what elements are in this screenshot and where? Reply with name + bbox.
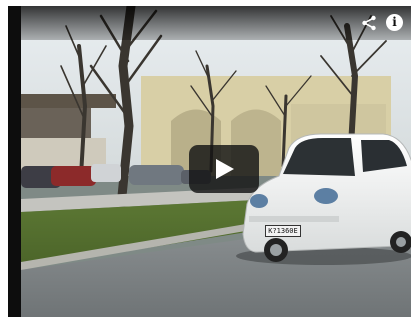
video-player[interactable]: i K?1360E (8, 6, 411, 317)
embed-frame: i K?1360E (0, 0, 415, 317)
play-button[interactable] (189, 145, 259, 193)
share-icon[interactable] (361, 15, 377, 31)
video-top-bar: i (21, 6, 411, 40)
license-plate: K?1360E (265, 225, 301, 237)
play-icon (216, 159, 234, 179)
info-icon[interactable]: i (386, 14, 403, 31)
